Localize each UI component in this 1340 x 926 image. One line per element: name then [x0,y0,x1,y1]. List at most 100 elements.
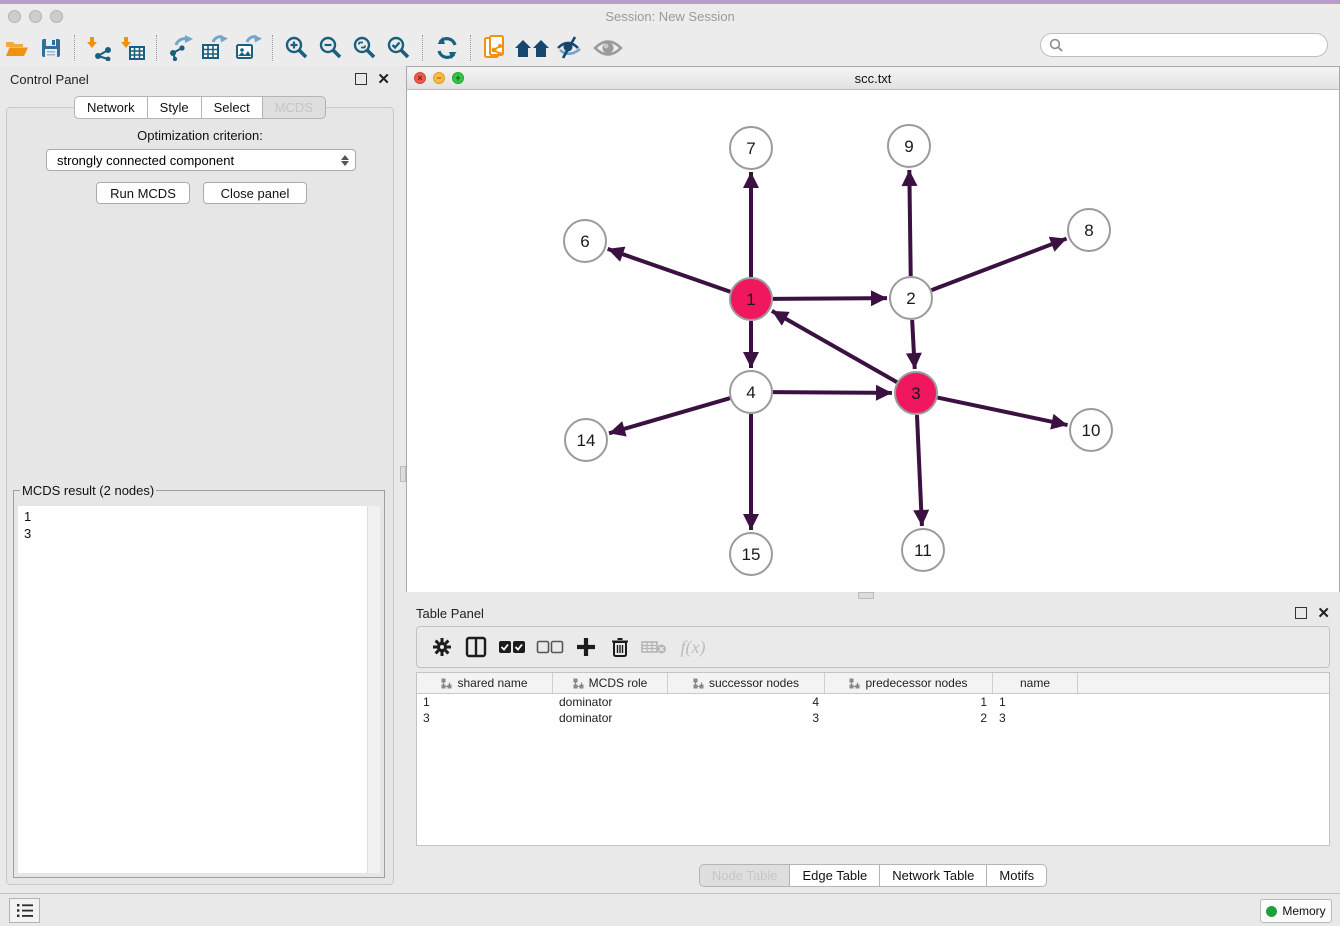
search-box[interactable] [1040,33,1328,57]
table-panel: Table Panel ✕ [406,600,1340,893]
save-session-button[interactable] [34,33,68,63]
export-image-button[interactable] [232,33,266,63]
tab-node-table[interactable]: Node Table [699,864,791,887]
horizontal-split-divider[interactable] [406,592,1340,600]
table-rows: 1dominator4113dominator323 [417,694,1329,726]
table-cell[interactable]: 3 [993,711,1078,725]
tab-edge-table[interactable]: Edge Table [790,864,880,887]
column-header-label: predecessor nodes [865,676,967,690]
control-panel-tabs: NetworkStyleSelectMCDS [0,96,400,119]
close-panel-icon[interactable]: ✕ [377,72,390,87]
graph-edge-1-6[interactable] [608,249,731,292]
float-panel-icon[interactable] [355,73,367,85]
zoom-selected-button[interactable] [382,33,416,63]
optimization-criterion-dropdown[interactable]: strongly connected component [46,149,356,171]
graph-edge-3-10[interactable] [938,398,1068,425]
zoom-in-button[interactable] [280,33,314,63]
save-icon [39,36,63,60]
split-panel-button[interactable] [459,631,493,663]
mcds-result-scrollbar[interactable] [367,506,380,873]
dropdown-stepper-icon [341,155,349,166]
graph-edge-3-11[interactable] [917,415,922,526]
clone-network-button[interactable] [478,33,512,63]
table-cell[interactable]: 4 [668,695,825,709]
first-neighbors-button[interactable] [512,33,552,63]
table-toolbar: f(x) [416,626,1330,668]
clone-network-icon [482,34,508,62]
mcds-result-title: MCDS result (2 nodes) [20,483,156,498]
graph-edge-4-3[interactable] [773,392,892,393]
zoom-out-button[interactable] [314,33,348,63]
delete-column-button[interactable] [603,631,637,663]
table-cell[interactable]: 3 [417,711,553,725]
show-graphics-details-button[interactable] [586,33,630,63]
status-menu-button[interactable] [9,898,40,923]
select-all-icon [498,640,526,654]
divider-grip[interactable] [858,592,874,599]
tab-style[interactable]: Style [148,96,202,119]
tab-select[interactable]: Select [202,96,263,119]
delete-table-icon [641,639,667,655]
column-header-predecessor-nodes[interactable]: predecessor nodes [825,673,993,693]
graph-edge-4-14[interactable] [609,398,730,433]
memory-button[interactable]: Memory [1260,899,1332,923]
mcds-result-text[interactable]: 1 3 [18,506,368,873]
table-cell[interactable]: 3 [668,711,825,725]
table-row[interactable]: 1dominator411 [417,694,1329,710]
column-header-name[interactable]: name [993,673,1078,693]
run-mcds-label: Run MCDS [110,186,176,201]
import-network-button[interactable] [82,33,116,63]
network-window-titlebar[interactable]: × − + scc.txt [407,67,1339,90]
table-cell[interactable]: dominator [553,695,668,709]
table-cell[interactable]: 1 [825,695,993,709]
close-panel-button[interactable]: Close panel [203,182,307,204]
toolbar-separator [272,35,274,61]
table-row[interactable]: 3dominator323 [417,710,1329,726]
graph-edge-1-2[interactable] [773,298,887,299]
column-header-label: successor nodes [709,676,799,690]
apply-layout-button[interactable] [430,33,464,63]
unselect-all-button[interactable] [531,631,569,663]
table-cell[interactable]: 1 [417,695,553,709]
graph-edge-3-1[interactable] [772,311,897,382]
column-settings-button[interactable] [425,631,459,663]
tab-mcds[interactable]: MCDS [263,96,326,119]
float-panel-icon[interactable] [1295,607,1307,619]
tab-motifs[interactable]: Motifs [987,864,1047,887]
import-table-button[interactable] [116,33,150,63]
unselect-all-icon [536,640,564,654]
table-cell[interactable]: 2 [825,711,993,725]
delete-table-button[interactable] [637,631,671,663]
export-table-button[interactable] [198,33,232,63]
network-graph[interactable]: 7968124314101511 [407,90,1339,592]
graph-edge-2-8[interactable] [932,239,1067,291]
export-network-button[interactable] [164,33,198,63]
graph-edge-2-3[interactable] [912,320,915,369]
column-header-shared-name[interactable]: shared name [417,673,553,693]
add-column-button[interactable] [569,631,603,663]
table-cell[interactable]: dominator [553,711,668,725]
close-panel-icon[interactable]: ✕ [1317,606,1330,621]
open-file-button[interactable] [0,33,34,63]
graph-node-label: 6 [580,232,589,251]
control-panel: Control Panel ✕ NetworkStyleSelectMCDS O… [0,66,400,893]
trash-icon [610,636,630,658]
function-builder-button[interactable]: f(x) [671,631,715,663]
tab-network-table[interactable]: Network Table [880,864,987,887]
search-input[interactable] [1067,37,1327,54]
graph-node-label: 9 [904,137,913,156]
graph-edge-2-9[interactable] [909,170,910,276]
table-cell[interactable]: 1 [993,695,1078,709]
hide-graphics-details-button[interactable] [552,33,586,63]
network-canvas[interactable]: 7968124314101511 [407,90,1339,592]
zoom-in-icon [284,35,310,61]
node-table[interactable]: shared nameMCDS role successor nodes prede… [416,672,1330,846]
select-all-button[interactable] [493,631,531,663]
run-mcds-button[interactable]: Run MCDS [96,182,190,204]
tab-network[interactable]: Network [74,96,148,119]
column-header-successor-nodes[interactable]: successor nodes [668,673,825,693]
column-header-MCDS-role[interactable]: MCDS role [553,673,668,693]
zoom-fit-button[interactable] [348,33,382,63]
table-header-row: shared nameMCDS role successor nodes prede… [417,673,1329,694]
hide-details-icon [555,35,583,61]
